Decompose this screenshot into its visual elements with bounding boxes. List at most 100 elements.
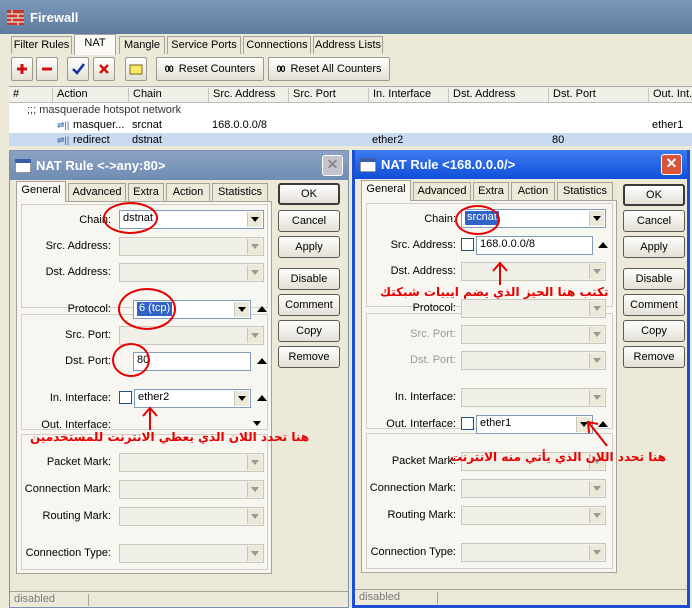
in-interface-field[interactable] — [461, 388, 606, 407]
tab-advanced[interactable]: Advanced — [68, 183, 126, 201]
table-row[interactable]: ⇌|| masquer... srcnat 168.0.0.0/8 ether1 — [9, 118, 692, 133]
collapse-arrow-icon[interactable] — [598, 242, 608, 248]
out-interface-select[interactable]: ether1 — [476, 415, 593, 434]
chevron-down-icon[interactable] — [247, 328, 262, 343]
column-header-src-port[interactable]: Src. Port — [288, 88, 368, 102]
tab-address-lists[interactable]: Address Lists — [313, 36, 383, 54]
column-header-in-interface[interactable]: In. Interface — [368, 88, 448, 102]
ok-button[interactable]: OK — [623, 184, 685, 206]
chevron-down-icon[interactable] — [247, 265, 262, 280]
tab-general[interactable]: General — [361, 180, 411, 201]
chevron-down-icon[interactable] — [247, 455, 262, 470]
protocol-label: Protocol: — [412, 302, 456, 314]
tab-statistics[interactable]: Statistics — [557, 182, 613, 200]
chevron-down-icon[interactable] — [247, 546, 262, 561]
chevron-down-icon[interactable] — [589, 545, 604, 560]
comment-button[interactable]: Comment — [623, 294, 685, 316]
copy-button[interactable]: Copy — [278, 320, 340, 342]
packet-mark-label: Packet Mark: — [46, 456, 111, 468]
collapse-arrow-icon[interactable] — [257, 395, 267, 401]
tab-statistics[interactable]: Statistics — [212, 183, 268, 201]
chevron-down-icon[interactable] — [250, 416, 265, 431]
tab-extra[interactable]: Extra — [473, 182, 509, 200]
disable-button[interactable]: Disable — [623, 268, 685, 290]
dialog-title: NAT Rule <->any:80> — [36, 158, 166, 173]
chevron-down-icon[interactable] — [247, 482, 262, 497]
src-address-field[interactable]: 168.0.0.0/8 — [476, 236, 593, 255]
tab-action[interactable]: Action — [511, 182, 555, 200]
connection-mark-field[interactable] — [119, 480, 264, 499]
chevron-down-icon[interactable] — [247, 509, 262, 524]
chevron-down-icon[interactable] — [247, 212, 262, 227]
rule-enabled-icon: ⇌|| — [57, 135, 70, 145]
chevron-down-icon[interactable] — [234, 302, 249, 317]
tab-general[interactable]: General — [16, 181, 66, 202]
connection-type-field[interactable] — [461, 543, 606, 562]
column-header-chain[interactable]: Chain — [128, 88, 208, 102]
add-button[interactable] — [11, 57, 33, 81]
collapse-arrow-icon[interactable] — [257, 358, 267, 364]
remove-button[interactable]: Remove — [278, 346, 340, 368]
column-header-dst-address[interactable]: Dst. Address — [448, 88, 548, 102]
chevron-down-icon[interactable] — [589, 264, 604, 279]
packet-mark-field[interactable] — [119, 453, 264, 472]
dst-port-field[interactable] — [461, 351, 606, 370]
close-button[interactable]: ✕ — [322, 155, 343, 176]
tab-advanced[interactable]: Advanced — [413, 182, 471, 200]
cancel-button[interactable]: Cancel — [278, 210, 340, 232]
chevron-down-icon[interactable] — [589, 327, 604, 342]
column-header-out-interface[interactable]: Out. Int... — [648, 88, 692, 102]
chevron-down-icon[interactable] — [589, 301, 604, 316]
disable-button[interactable] — [93, 57, 115, 81]
ok-button[interactable]: OK — [278, 183, 340, 205]
chevron-down-icon[interactable] — [589, 508, 604, 523]
close-button[interactable]: ✕ — [661, 154, 682, 175]
dst-port-field[interactable]: 80 — [133, 352, 251, 371]
column-header-action[interactable]: Action — [52, 88, 128, 102]
in-interface-negate-checkbox[interactable] — [119, 391, 132, 404]
chevron-down-icon[interactable] — [589, 353, 604, 368]
connection-type-field[interactable] — [119, 544, 264, 563]
disable-button[interactable]: Disable — [278, 268, 340, 290]
dst-address-field[interactable] — [461, 262, 606, 281]
chevron-down-icon[interactable] — [589, 211, 604, 226]
annotation-arrow-icon — [142, 406, 158, 430]
apply-button[interactable]: Apply — [278, 236, 340, 258]
column-header-src-address[interactable]: Src. Address — [208, 88, 288, 102]
connection-mark-field[interactable] — [461, 479, 606, 498]
tab-service-ports[interactable]: Service Ports — [167, 36, 241, 54]
routing-mark-field[interactable] — [119, 507, 264, 526]
tab-nat[interactable]: NAT — [74, 34, 116, 55]
remove-button[interactable] — [36, 57, 58, 81]
chevron-down-icon[interactable] — [589, 481, 604, 496]
chevron-down-icon[interactable] — [589, 390, 604, 405]
tab-action[interactable]: Action — [166, 183, 210, 201]
tab-filter-rules[interactable]: Filter Rules — [11, 36, 72, 54]
apply-button[interactable]: Apply — [623, 236, 685, 258]
dst-address-field[interactable] — [119, 263, 264, 282]
chevron-down-icon[interactable] — [234, 391, 249, 406]
reset-all-counters-button[interactable]: 00 Reset All Counters — [268, 57, 390, 81]
src-address-negate-checkbox[interactable] — [461, 238, 474, 251]
src-port-field[interactable] — [461, 325, 606, 344]
column-header-number[interactable]: # — [9, 88, 25, 102]
remove-button[interactable]: Remove — [623, 346, 685, 368]
reset-counters-button[interactable]: 00 Reset Counters — [156, 57, 264, 81]
enable-button[interactable] — [67, 57, 89, 81]
column-header-dst-port[interactable]: Dst. Port — [548, 88, 648, 102]
tab-mangle[interactable]: Mangle — [119, 36, 165, 54]
comment-button[interactable]: Comment — [278, 294, 340, 316]
out-interface-negate-checkbox[interactable] — [461, 417, 474, 430]
comment-button[interactable] — [125, 57, 147, 81]
chevron-down-icon[interactable] — [247, 239, 262, 254]
src-address-field[interactable] — [119, 237, 264, 256]
protocol-field[interactable] — [461, 299, 606, 318]
routing-mark-field[interactable] — [461, 506, 606, 525]
cancel-button[interactable]: Cancel — [623, 210, 685, 232]
collapse-arrow-icon[interactable] — [257, 306, 267, 312]
copy-button[interactable]: Copy — [623, 320, 685, 342]
tab-connections[interactable]: Connections — [243, 36, 311, 54]
tab-extra[interactable]: Extra — [128, 183, 164, 201]
table-row[interactable]: ⇌|| redirect dstnat ether2 80 — [9, 133, 692, 146]
table-comment-row[interactable]: ;;; masquerade hotspot network — [9, 103, 692, 118]
